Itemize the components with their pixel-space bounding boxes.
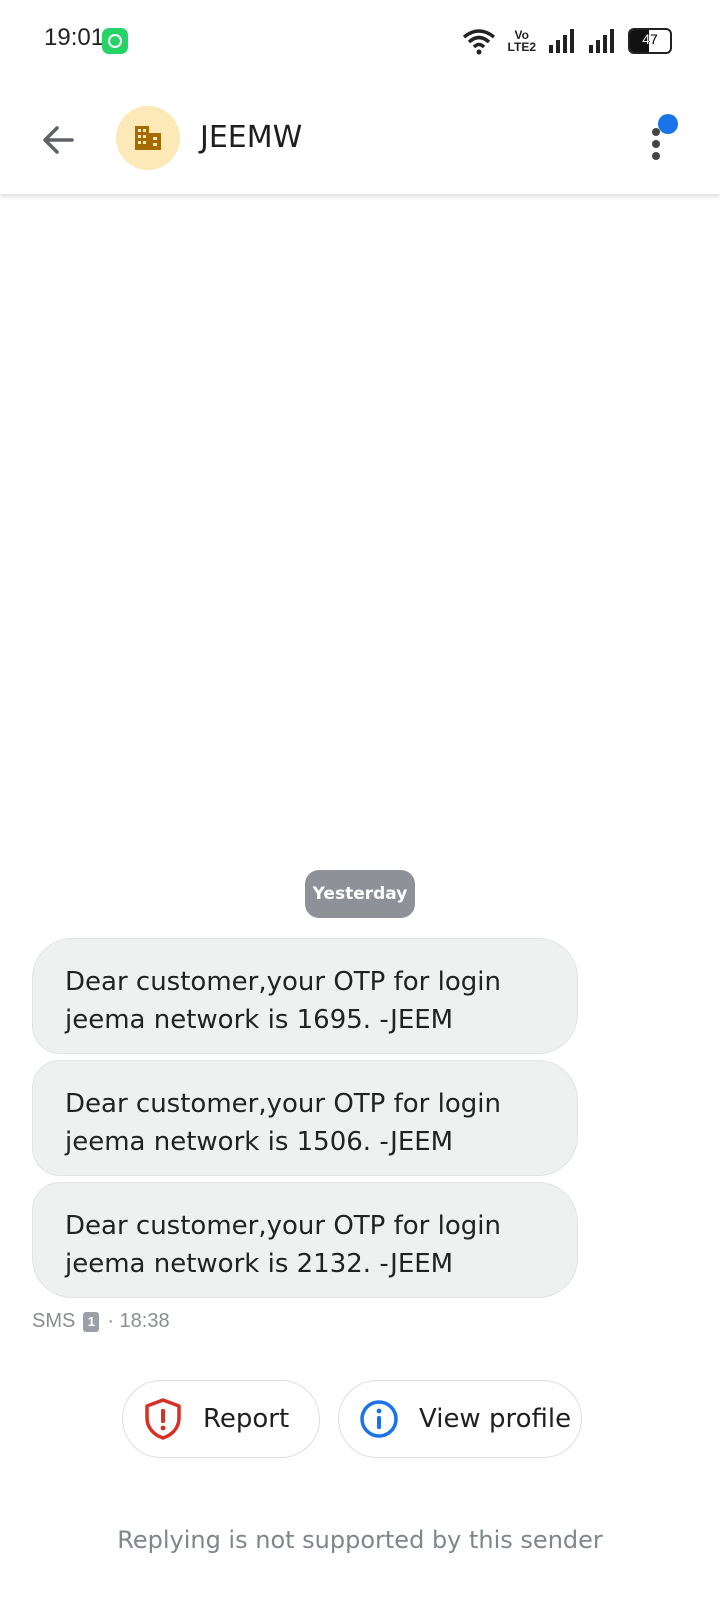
status-bar: 19:01 Vo LTE2 47 [0,0,720,84]
arrow-back-icon [43,126,74,154]
wifi-icon [462,29,495,55]
back-button[interactable] [36,118,80,162]
reply-not-supported-note: Replying is not supported by this sender [117,1526,603,1554]
status-time: 19:01 [44,24,105,51]
date-divider: Yesterday [305,870,415,918]
message-text: Dear customer,your OTP for login jeema n… [65,967,501,1035]
sim-icon: 1 [83,1311,100,1332]
building-icon [135,126,161,150]
status-icons: Vo LTE2 47 [462,24,672,58]
message-bubble[interactable]: Dear customer,your OTP for login jeema n… [32,938,578,1054]
signal-icon [549,29,574,53]
info-icon [360,1400,398,1438]
report-button[interactable]: Report [122,1380,320,1458]
whatsapp-icon [102,28,128,54]
message-type: SMS [32,1310,76,1332]
view-profile-button[interactable]: View profile [338,1380,582,1458]
message-text: Dear customer,your OTP for login jeema n… [65,1211,501,1279]
message-bubble[interactable]: Dear customer,your OTP for login jeema n… [32,1182,578,1298]
volte-icon: Vo LTE2 [508,29,536,53]
more-options-button[interactable] [644,114,684,164]
view-profile-label: View profile [419,1404,572,1434]
battery-icon: 47 [628,28,672,54]
conversation-header: JEEMW [0,84,720,194]
message-text: Dear customer,your OTP for login jeema n… [65,1089,501,1157]
shield-alert-icon [145,1398,181,1440]
message-bubble[interactable]: Dear customer,your OTP for login jeema n… [32,1060,578,1176]
message-time: · 18:38 [107,1310,170,1332]
signal-icon [589,29,614,53]
battery-level: 47 [642,31,658,47]
notification-dot [658,114,678,134]
report-label: Report [203,1404,290,1434]
message-meta: SMS 1 · 18:38 [32,1310,170,1333]
avatar[interactable] [116,106,180,170]
volte-bottom: LTE2 [507,40,536,54]
contact-name[interactable]: JEEMW [200,120,302,155]
